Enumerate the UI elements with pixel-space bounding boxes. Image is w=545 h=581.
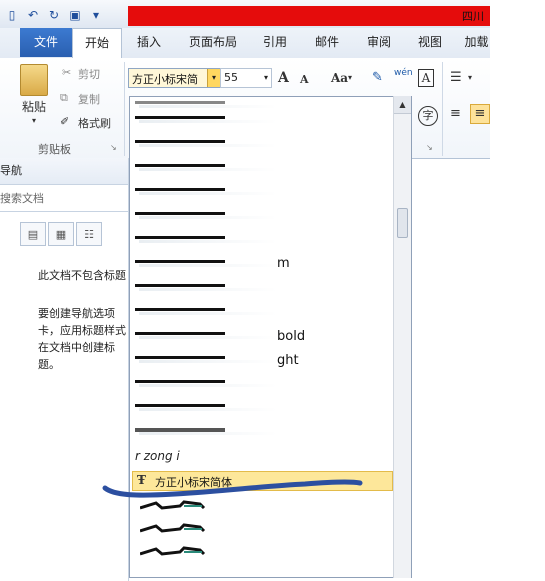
paste-icon[interactable] — [20, 64, 48, 96]
font-preview-item[interactable] — [135, 188, 277, 195]
document-icon: ▯ — [8, 8, 16, 22]
clipboard-group-label: 剪贴板 — [38, 143, 71, 156]
font-preview-item[interactable] — [135, 380, 277, 387]
font-preview-item[interactable]: r zong i — [135, 449, 180, 463]
shrink-font-button[interactable]: A — [300, 73, 309, 86]
chevron-down-icon[interactable]: ▾ — [264, 73, 268, 82]
tab-review[interactable]: 审阅 — [362, 28, 396, 57]
paste-dropdown-icon[interactable]: ▾ — [32, 116, 36, 125]
clear-formatting-button[interactable]: ✎ — [372, 70, 383, 85]
navigation-pane: 导航 搜索文档 ▤ ▦ ☷ 此文档不包含标题 要创建导航选项卡，应用标题样式在文… — [0, 158, 129, 581]
font-name-value: 方正小标宋简 — [132, 73, 198, 86]
bullets-button[interactable]: ☰ — [450, 70, 462, 85]
tab-view[interactable]: 视图 — [413, 28, 447, 57]
title-bar: ▯ ↶ ↻ ▣ ▾ 四川 — [0, 0, 490, 29]
group-divider — [442, 62, 443, 156]
headings-view-icon[interactable]: ▤ — [20, 222, 46, 246]
font-preview-item[interactable] — [135, 428, 277, 435]
font-preview-item[interactable] — [135, 164, 277, 171]
pages-view-icon[interactable]: ▦ — [48, 222, 74, 246]
font-preview-item[interactable] — [140, 546, 206, 558]
ribbon-tabs: 文件 开始 插入 页面布局 引用 邮件 审阅 视图 加载 — [0, 28, 490, 59]
font-preview-item[interactable] — [135, 101, 277, 108]
font-preview-item[interactable] — [135, 116, 277, 123]
scissors-icon: ✂ — [62, 66, 72, 79]
save-icon[interactable]: ▣ — [67, 7, 83, 23]
navigation-view-tabs: ▤ ▦ ☷ — [20, 222, 102, 246]
tab-references[interactable]: 引用 — [257, 28, 293, 57]
font-preview-item[interactable] — [135, 236, 277, 243]
quick-access-toolbar: ▯ ↶ ↻ ▣ ▾ — [4, 6, 104, 24]
copy-icon: ⧉ — [60, 91, 68, 104]
dialog-launcher-icon[interactable]: ↘ — [426, 143, 433, 152]
search-document-input[interactable]: 搜索文档 — [0, 187, 128, 212]
font-preview-item[interactable] — [135, 140, 277, 147]
dropdown-scrollbar[interactable]: ▲ — [393, 96, 411, 578]
title-bar-highlight: 四川 — [128, 6, 490, 26]
font-name-suffix: ght — [277, 353, 299, 368]
font-preview-item[interactable] — [135, 212, 277, 219]
underline-annotation — [102, 479, 363, 498]
font-name-suffix: bold — [277, 329, 306, 344]
font-size-value: 55 — [224, 71, 238, 84]
group-divider — [124, 62, 125, 156]
chevron-down-icon[interactable]: ▾ — [468, 73, 472, 82]
format-painter-button[interactable]: 格式刷 — [78, 115, 111, 131]
font-preview-item[interactable] — [135, 404, 277, 411]
change-case-button[interactable]: Aa — [331, 71, 348, 85]
navigation-pane-title: 导航 — [0, 158, 128, 185]
font-preview-item[interactable] — [140, 523, 206, 535]
align-left-button[interactable]: ≡ — [450, 106, 461, 121]
window-title: 四川 — [462, 10, 484, 23]
format-painter-icon: ✐ — [60, 115, 70, 128]
scroll-up-icon[interactable]: ▲ — [394, 96, 411, 114]
font-preview-item[interactable] — [135, 308, 277, 315]
no-headings-message: 此文档不包含标题 — [38, 269, 126, 282]
paste-button[interactable]: 粘贴 — [22, 98, 46, 115]
customize-dropdown-icon[interactable]: ▾ — [88, 7, 104, 23]
font-name-combo[interactable]: 方正小标宋简 ▾ — [128, 68, 220, 88]
scroll-thumb[interactable] — [397, 208, 408, 238]
tab-file[interactable]: 文件 — [20, 28, 72, 57]
character-border-button[interactable]: A — [418, 69, 434, 87]
tab-home[interactable]: 开始 — [72, 28, 122, 59]
font-name-suffix: m — [277, 256, 290, 271]
dialog-launcher-icon[interactable]: ↘ — [110, 143, 117, 152]
results-view-icon[interactable]: ☷ — [76, 222, 102, 246]
tab-page-layout[interactable]: 页面布局 — [182, 28, 244, 57]
font-preview-item[interactable] — [135, 356, 277, 363]
cut-button[interactable]: 剪切 — [78, 66, 100, 82]
chevron-down-icon[interactable]: ▾ — [348, 73, 352, 82]
tab-mailings[interactable]: 邮件 — [308, 28, 346, 57]
font-preview-item[interactable] — [135, 260, 277, 267]
undo-icon[interactable]: ↶ — [25, 7, 41, 23]
phonetic-guide-button[interactable]: wén — [394, 68, 413, 78]
font-preview-item[interactable] — [135, 284, 277, 291]
font-preview-item[interactable] — [135, 332, 277, 339]
create-headings-hint: 要创建导航选项卡，应用标题样式在文档中创建标题。 — [38, 307, 126, 371]
align-center-button[interactable]: ≡ — [470, 104, 490, 124]
tab-insert[interactable]: 插入 — [130, 28, 168, 57]
font-size-combo[interactable]: 55 ▾ — [220, 68, 272, 88]
redo-icon[interactable]: ↻ — [46, 7, 62, 23]
copy-button[interactable]: 复制 — [78, 91, 100, 107]
tab-addins[interactable]: 加载 — [463, 28, 490, 57]
enclose-character-button[interactable]: 字 — [418, 106, 438, 126]
grow-font-button[interactable]: A — [278, 70, 289, 86]
chevron-down-icon[interactable]: ▾ — [207, 69, 220, 87]
